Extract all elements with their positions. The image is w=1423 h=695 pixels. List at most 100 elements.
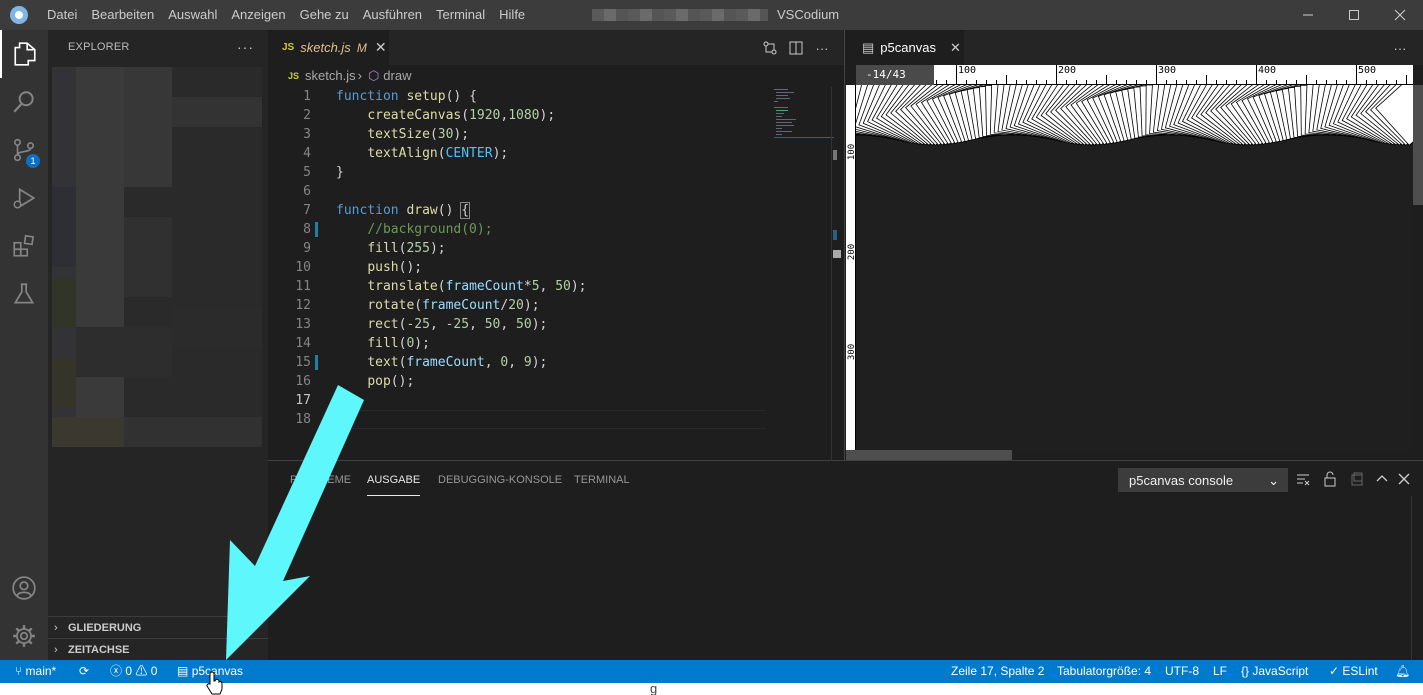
left-ruler: 100 200 300 — [846, 85, 857, 450]
method-cube-icon: ⬡ — [367, 68, 380, 83]
maximize-icon[interactable] — [1331, 0, 1377, 30]
minimap[interactable] — [768, 87, 834, 167]
clear-output-icon[interactable] — [1293, 469, 1313, 489]
cursor-position[interactable]: Zeile 17, Spalte 2 — [951, 660, 1044, 683]
sync-icon[interactable]: ⟳ — [79, 660, 89, 683]
line-number: 7 — [303, 203, 311, 218]
code-line-current: 17} — [268, 391, 768, 410]
ruler-label: 200 — [1058, 65, 1077, 76]
line-ending[interactable]: LF — [1213, 660, 1227, 683]
line-number: 15 — [295, 355, 311, 370]
open-changes-icon[interactable] — [760, 38, 780, 58]
maximize-panel-icon[interactable] — [1372, 469, 1392, 489]
tab-probleme[interactable]: PROBLEME — [290, 461, 351, 496]
more-actions-icon[interactable]: ··· — [1390, 38, 1410, 58]
ruler-label: 500 — [1358, 65, 1377, 76]
timeline-section[interactable]: › ZEITACHSE — [48, 638, 268, 660]
scm-count-badge: 1 — [26, 154, 40, 168]
line-number: 4 — [303, 146, 311, 161]
menu-hilfe[interactable]: Hilfe — [492, 0, 532, 30]
tab-size[interactable]: Tabulatorgröße: 4 — [1057, 660, 1151, 683]
tab-debugging-konsole[interactable]: DEBUGGING-KONSOLE — [438, 461, 562, 496]
activity-bar: 1 — [0, 30, 48, 660]
explorer-icon[interactable] — [0, 30, 48, 78]
branch-indicator[interactable]: ⑂ main* — [15, 660, 56, 683]
editor-scrollbar[interactable] — [831, 87, 845, 460]
tab-sketch-js[interactable]: JS sketch.js M ✕ — [268, 30, 389, 65]
code-line: 10 push(); — [268, 258, 768, 277]
preview-file-icon: ▤ — [177, 664, 189, 678]
close-panel-icon[interactable] — [1394, 469, 1414, 489]
close-tab-icon[interactable]: ✕ — [375, 39, 387, 56]
code-line: 8 //background(0); — [268, 220, 768, 239]
breadcrumb-symbol[interactable]: draw — [383, 65, 411, 87]
p5-vertical-scrollbar[interactable] — [1413, 85, 1423, 205]
testing-icon[interactable] — [0, 270, 48, 318]
code-line: 18 — [268, 410, 768, 429]
menu-auswahl[interactable]: Auswahl — [161, 0, 224, 30]
code-line: 6 — [268, 182, 768, 201]
close-window-icon[interactable] — [1377, 0, 1423, 30]
editor-group: JS sketch.js M ✕ ··· JS sketch.js › ⬡ dr… — [268, 30, 845, 460]
lock-scroll-icon[interactable] — [1320, 469, 1340, 489]
code-editor[interactable]: 1 function setup() { 2 createCanvas(1920,… — [268, 87, 768, 429]
line-number: 16 — [295, 374, 311, 389]
menu-bearbeiten[interactable]: Bearbeiten — [84, 0, 161, 30]
vscodium-window: Datei Bearbeiten Auswahl Anzeigen Gehe z… — [0, 0, 1423, 683]
code-line: 14 fill(0); — [268, 334, 768, 353]
notifications-bell-icon[interactable]: 🔔︎ — [1395, 660, 1410, 683]
code-line: 9 fill(255); — [268, 239, 768, 258]
output-channel-select[interactable]: p5canvas console ⌄ — [1118, 468, 1288, 492]
code-line: 16 pop(); — [268, 372, 768, 391]
eslint-status[interactable]: ✓ ESLint — [1329, 660, 1378, 683]
menu-terminal[interactable]: Terminal — [429, 0, 492, 30]
search-icon[interactable] — [0, 78, 48, 126]
timeline-section-label: ZEITACHSE — [68, 644, 130, 656]
window-title: VSCodium — [777, 7, 840, 22]
language-label: JavaScript — [1252, 664, 1309, 678]
menu-datei[interactable]: Datei — [40, 0, 84, 30]
source-control-icon[interactable]: 1 — [0, 126, 48, 174]
bottom-panel: PROBLEME AUSGABE DEBUGGING-KONSOLE TERMI… — [268, 460, 1423, 661]
ruler-label: 300 — [1158, 65, 1177, 76]
title-bar: Datei Bearbeiten Auswahl Anzeigen Gehe z… — [0, 0, 1423, 30]
line-number: 2 — [303, 108, 311, 123]
explorer-more-icon[interactable]: ··· — [237, 30, 254, 65]
line-number: 11 — [295, 279, 311, 294]
menu-anzeigen[interactable]: Anzeigen — [224, 0, 292, 30]
run-debug-icon[interactable] — [0, 174, 48, 222]
code-line: 2 createCanvas(1920,1080); — [268, 106, 768, 125]
p5canvas-status-button[interactable]: ▤ p5canvas — [177, 660, 243, 683]
line-number: 10 — [295, 260, 311, 275]
side-bar: EXPLORER ··· › GLIEDERUNG › ZEITACHSE — [48, 30, 268, 660]
modified-indicator: M — [356, 40, 367, 55]
line-number: 18 — [295, 412, 311, 427]
split-editor-icon[interactable] — [786, 38, 806, 58]
p5-canvas-preview[interactable] — [856, 85, 1413, 450]
menu-gehe-zu[interactable]: Gehe zu — [293, 0, 356, 30]
code-line: 13 rect(-25, -25, 50, 50); — [268, 315, 768, 334]
open-log-file-icon[interactable] — [1347, 469, 1367, 489]
chevron-right-icon: › — [54, 622, 58, 634]
breadcrumb-file[interactable]: sketch.js — [305, 65, 356, 87]
minimize-icon[interactable] — [1285, 0, 1331, 30]
manage-gear-icon[interactable] — [0, 612, 48, 660]
code-line: 12 rotate(frameCount/20); — [268, 296, 768, 315]
menu-ausfuehren[interactable]: Ausführen — [356, 0, 429, 30]
more-actions-icon[interactable]: ··· — [812, 38, 832, 58]
outline-section[interactable]: › GLIEDERUNG — [48, 616, 268, 638]
panel-scrollbar[interactable] — [1411, 496, 1423, 661]
problems-indicator[interactable]: ⓧ 0 ⚠ 0 — [110, 660, 157, 683]
extensions-icon[interactable] — [0, 222, 48, 270]
warning-count: 0 — [150, 664, 158, 678]
code-line: 11 translate(frameCount*5, 50); — [268, 277, 768, 296]
close-tab-icon[interactable]: ✕ — [950, 40, 961, 56]
p5canvas-editor-group: ▤ p5canvas ✕ ··· 100 200 300 400 500 -14… — [846, 30, 1423, 460]
tab-p5canvas[interactable]: ▤ p5canvas ✕ — [846, 30, 964, 65]
p5-horizontal-scrollbar[interactable] — [846, 450, 1012, 460]
language-mode[interactable]: {} JavaScript — [1241, 660, 1308, 683]
encoding[interactable]: UTF-8 — [1165, 660, 1199, 683]
accounts-icon[interactable] — [0, 564, 48, 612]
tab-terminal[interactable]: TERMINAL — [574, 461, 630, 496]
tab-ausgabe[interactable]: AUSGABE — [367, 461, 421, 496]
